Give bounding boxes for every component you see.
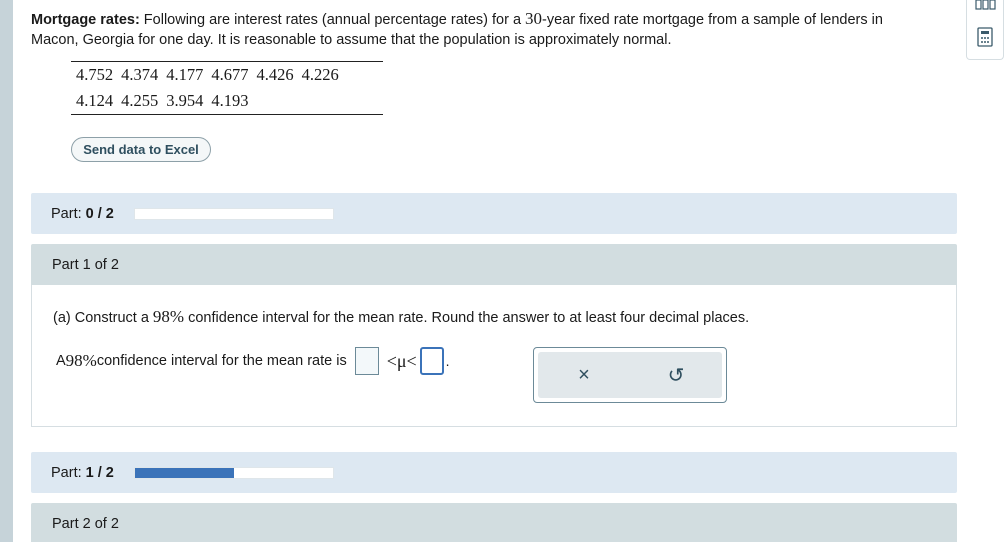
part-progress-bar-2: Part: 1 / 2 xyxy=(31,452,957,493)
problem-title: Mortgage rates: xyxy=(31,12,140,28)
data-row-1: 4.752 4.374 4.177 4.677 4.426 4.226 xyxy=(71,62,383,88)
answer-pct: 98% xyxy=(65,351,97,370)
part-2-header: Part 2 of 2 xyxy=(31,503,957,542)
progress-fill xyxy=(134,467,234,478)
part-progress-label: Part: 0 / 2 xyxy=(51,205,114,222)
data-cell: 4.677 xyxy=(211,65,249,84)
part-progress-value: 1 / 2 xyxy=(85,464,114,481)
data-cell: 4.226 xyxy=(301,65,339,84)
part-1-panel: (a) Construct a 98% confidence interval … xyxy=(31,285,957,427)
part-progress-value: 0 / 2 xyxy=(85,205,114,222)
upper-bound-input[interactable] xyxy=(419,347,444,375)
clear-icon[interactable]: × xyxy=(564,364,604,387)
data-cell: 4.374 xyxy=(121,65,159,84)
answer-tools: × ↺ xyxy=(533,347,727,403)
progress-track xyxy=(133,466,334,479)
undo-icon[interactable]: ↺ xyxy=(656,363,696,388)
data-cell: 4.193 xyxy=(211,91,249,110)
problem-years: 30 xyxy=(525,9,543,28)
data-cell: 4.177 xyxy=(166,65,204,84)
send-to-excel-button[interactable]: Send data to Excel xyxy=(71,137,211,162)
lower-bound-input[interactable] xyxy=(354,347,379,375)
data-cell: 4.124 xyxy=(76,91,114,110)
part-progress-label: Part: 1 / 2 xyxy=(51,464,114,481)
side-toolbar xyxy=(966,0,1004,60)
left-rail xyxy=(0,0,13,542)
problem-text-a: Following are interest rates (annual per… xyxy=(139,12,526,28)
grid-icon[interactable] xyxy=(975,0,997,12)
part-1-header: Part 1 of 2 xyxy=(31,244,957,286)
mu-inequality: <μ< xyxy=(386,350,417,371)
answer-line: A 98% confidence interval for the mean r… xyxy=(56,347,450,375)
answer-tools-inner: × ↺ xyxy=(538,352,722,398)
data-cell: 4.752 xyxy=(76,65,114,84)
data-cell: 4.426 xyxy=(256,65,294,84)
data-row-2: 4.124 4.255 3.954 4.193 xyxy=(71,88,383,114)
part-progress-bar-1: Part: 0 / 2 xyxy=(31,193,957,234)
data-table: 4.752 4.374 4.177 4.677 4.426 4.226 4.12… xyxy=(71,61,383,115)
data-cell: 4.255 xyxy=(121,91,159,110)
question-text: (a) Construct a 98% confidence interval … xyxy=(53,307,750,326)
question-pct: 98% xyxy=(152,307,185,326)
progress-track xyxy=(133,207,334,220)
problem-statement: Mortgage rates: Following are interest r… xyxy=(31,9,931,50)
calculator-icon[interactable] xyxy=(977,27,993,47)
data-cell: 3.954 xyxy=(166,91,204,110)
period: . xyxy=(445,353,450,369)
